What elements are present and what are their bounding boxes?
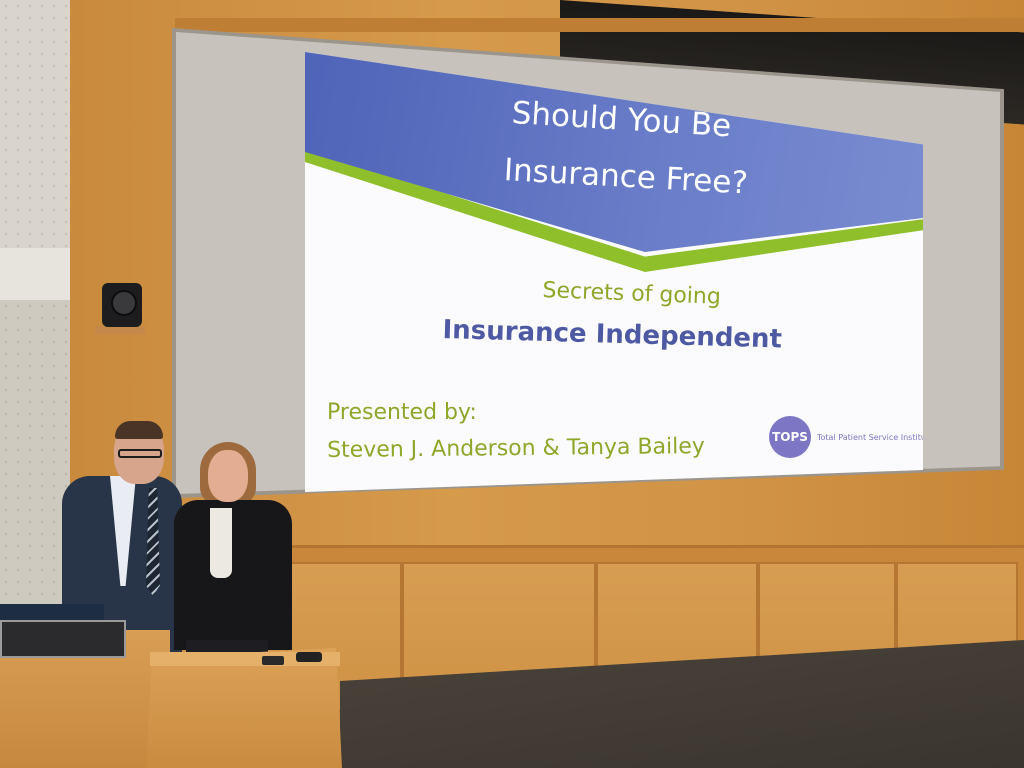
- podium-monitor: [0, 620, 126, 658]
- slide-presenters: Steven J. Anderson & Tanya Bailey: [327, 434, 705, 463]
- camera-shelf: [95, 326, 145, 334]
- podium-device: [262, 656, 284, 665]
- camera-lens: [111, 290, 137, 316]
- wood-panel-frame: [175, 18, 1024, 32]
- woman-blazer: [174, 500, 292, 650]
- slide-subtitle-line-1: Secrets of going: [542, 278, 722, 310]
- woman-head: [208, 450, 248, 502]
- slide-subtitle-line-2: Insurance Independent: [442, 315, 783, 355]
- man-hair: [115, 421, 163, 439]
- man-glasses: [118, 449, 162, 458]
- slide-presented-by: Presented by:: [327, 400, 477, 425]
- woman-blouse: [210, 508, 232, 578]
- microphone-base-icon: [296, 652, 322, 662]
- tops-logo-name: Total Patient Service Institute: [817, 433, 923, 442]
- right-podium: [146, 648, 342, 768]
- tops-logo-icon: TOPS: [769, 416, 811, 458]
